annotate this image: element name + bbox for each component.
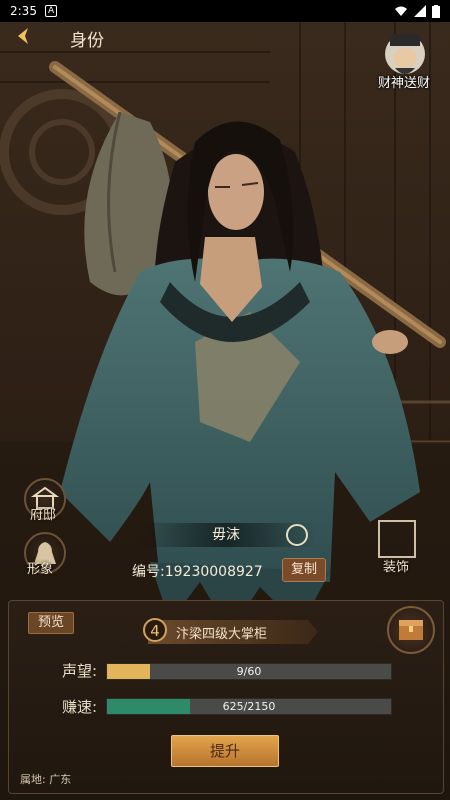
back-arrow-icon[interactable] bbox=[14, 25, 34, 47]
reputation-label: 声望: bbox=[62, 662, 98, 680]
signal-icon bbox=[414, 5, 426, 17]
speed-label: 赚速: bbox=[62, 698, 98, 716]
appearance-label[interactable]: 形象 bbox=[27, 558, 53, 577]
info-icon[interactable] bbox=[286, 524, 308, 546]
treasure-chest-icon[interactable] bbox=[387, 606, 435, 654]
notification-icon: A bbox=[44, 5, 58, 17]
player-id: 编号:19230008927 bbox=[132, 564, 263, 580]
preview-button[interactable]: 预览 bbox=[28, 612, 74, 634]
upgrade-button[interactable]: 提升 bbox=[171, 735, 279, 767]
location-text: 属地: 广东 bbox=[20, 773, 72, 786]
speed-value: 625/2150 bbox=[222, 700, 276, 713]
reputation-bar: 9/60 bbox=[106, 663, 392, 680]
status-time: 2:35 bbox=[10, 4, 37, 18]
status-bar: 2:35 A bbox=[0, 0, 450, 22]
decoration-frame-icon[interactable] bbox=[378, 520, 416, 558]
battery-icon bbox=[432, 4, 440, 18]
rank-title: 汴梁四级大掌柜 bbox=[176, 627, 268, 642]
wealth-god-label[interactable]: 财神送财 bbox=[370, 72, 438, 91]
speed-bar: 625/2150 bbox=[106, 698, 392, 715]
decoration-label[interactable]: 装饰 bbox=[383, 556, 409, 575]
mansion-label[interactable]: 府邸 bbox=[30, 504, 56, 523]
wifi-icon bbox=[395, 6, 407, 16]
chest-graphic bbox=[399, 620, 423, 640]
page-title: 身份 bbox=[70, 31, 104, 51]
rank-level-badge: 4 bbox=[143, 618, 167, 642]
copy-button[interactable]: 复制 bbox=[282, 558, 326, 582]
reputation-value: 9/60 bbox=[236, 665, 262, 678]
